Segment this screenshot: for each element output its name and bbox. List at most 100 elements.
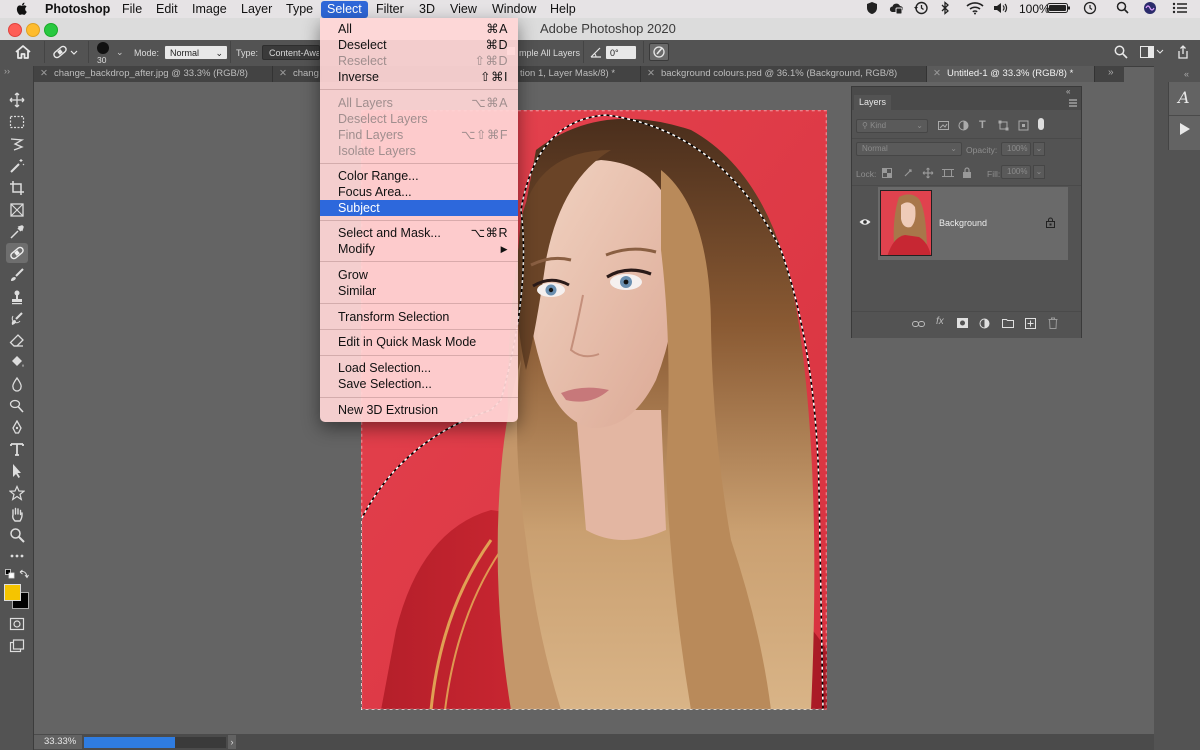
paint-bucket-tool-icon[interactable] xyxy=(6,352,28,372)
frame-tool-icon[interactable] xyxy=(6,200,28,220)
tab-chang[interactable]: ✕ chang xyxy=(273,66,322,82)
shape-tool-icon[interactable] xyxy=(6,483,28,503)
new-layer-icon[interactable] xyxy=(1025,318,1036,329)
pressure-size-button[interactable] xyxy=(649,43,669,61)
close-tab-icon[interactable]: ✕ xyxy=(40,68,48,79)
eraser-tool-icon[interactable] xyxy=(6,331,28,351)
clock-icon[interactable] xyxy=(1083,1,1097,18)
time-machine-icon[interactable] xyxy=(913,1,929,18)
zoom-level-field[interactable]: 33.33% xyxy=(34,735,82,749)
status-menu-arrow-icon[interactable]: › xyxy=(228,735,236,749)
volume-icon[interactable] xyxy=(992,1,1010,18)
delete-layer-trash-icon[interactable] xyxy=(1048,317,1058,329)
menu-type[interactable]: Type xyxy=(286,1,313,18)
visibility-eye-icon[interactable] xyxy=(859,218,871,226)
menu-item-modify[interactable]: Modify ▶ xyxy=(320,241,518,257)
menu-item-color-range[interactable]: Color Range... xyxy=(320,168,518,184)
bluetooth-icon[interactable] xyxy=(940,1,950,18)
menu-item-deselect[interactable]: Deselect ⌘D xyxy=(320,37,518,53)
crop-tool-icon[interactable] xyxy=(6,178,28,198)
brush-preview-icon[interactable] xyxy=(97,42,109,54)
angle-input[interactable]: 0° xyxy=(605,45,637,60)
lock-position-icon[interactable] xyxy=(922,167,934,179)
menu-item-transform-selection[interactable]: Transform Selection xyxy=(320,309,518,325)
type-tool-icon[interactable] xyxy=(6,439,28,459)
layer-row-background[interactable]: Background xyxy=(878,187,1068,260)
menu-item-grow[interactable]: Grow xyxy=(320,267,518,283)
lock-artboard-icon[interactable] xyxy=(942,167,954,179)
tab-untitled-1[interactable]: ✕ Untitled-1 @ 33.3% (RGB/8) * xyxy=(927,66,1095,82)
filter-type-icon[interactable]: T xyxy=(979,119,986,131)
type-content-aware-button[interactable]: Content-Awa xyxy=(262,45,320,60)
blur-tool-icon[interactable] xyxy=(6,374,28,394)
mode-select[interactable]: Normal ⌄ xyxy=(164,45,228,60)
minimize-window-button[interactable] xyxy=(26,23,40,37)
shield-icon[interactable] xyxy=(866,1,878,18)
swap-colors-icon[interactable] xyxy=(19,569,29,579)
pen-tool-icon[interactable] xyxy=(6,418,28,438)
workspace-icon[interactable] xyxy=(1140,46,1164,58)
add-mask-icon[interactable] xyxy=(957,318,968,328)
menu-item-quick-mask-mode[interactable]: Edit in Quick Mask Mode xyxy=(320,334,518,350)
screen-mode-icon[interactable] xyxy=(6,636,28,656)
siri-icon[interactable] xyxy=(1143,1,1157,18)
filter-adjustment-icon[interactable] xyxy=(958,120,969,131)
fill-slider-chevron-icon[interactable]: ⌄ xyxy=(1033,165,1045,179)
path-selection-tool-icon[interactable] xyxy=(6,461,28,481)
move-tool-icon[interactable] xyxy=(6,90,28,110)
tab-change-backdrop-after[interactable]: ✕ change_backdrop_after.jpg @ 33.3% (RGB/… xyxy=(34,66,273,82)
panel-menu-icon[interactable] xyxy=(1068,99,1078,107)
menu-item-similar[interactable]: Similar xyxy=(320,283,518,299)
more-tools-icon[interactable] xyxy=(6,546,28,566)
link-layers-icon[interactable] xyxy=(912,319,925,329)
menu-item-save-selection[interactable]: Save Selection... xyxy=(320,376,518,392)
filter-toggle-switch[interactable] xyxy=(1038,118,1044,130)
zoom-window-button[interactable] xyxy=(44,23,58,37)
brush-dropdown-chevron-icon[interactable]: ⌄ xyxy=(116,47,124,58)
dodge-tool-icon[interactable] xyxy=(6,396,28,416)
bandage-tool-preset-icon[interactable] xyxy=(52,44,78,60)
collapse-tools-icon[interactable]: ›› xyxy=(4,66,10,76)
new-adjustment-layer-icon[interactable] xyxy=(979,318,990,329)
battery-icon[interactable] xyxy=(1047,1,1071,18)
spotlight-search-icon[interactable] xyxy=(1116,1,1129,18)
lock-all-icon[interactable] xyxy=(962,167,972,178)
search-icon[interactable] xyxy=(1114,45,1128,59)
opacity-input[interactable]: 100% xyxy=(1001,142,1031,156)
menu-item-new-3d-extrusion[interactable]: New 3D Extrusion xyxy=(320,402,518,418)
filter-smart-object-icon[interactable] xyxy=(1018,120,1029,131)
menu-item-select-and-mask[interactable]: Select and Mask... ⌥⌘R xyxy=(320,225,518,241)
layers-tab[interactable]: Layers xyxy=(854,95,892,110)
layer-style-fx-icon[interactable]: fx xyxy=(936,316,944,327)
hand-tool-icon[interactable] xyxy=(6,504,28,524)
magic-wand-tool-icon[interactable] xyxy=(6,156,28,176)
menu-item-load-selection[interactable]: Load Selection... xyxy=(320,360,518,376)
menu-item-subject[interactable]: Subject xyxy=(320,200,518,216)
close-tab-icon[interactable]: ✕ xyxy=(933,68,941,79)
character-panel-icon[interactable]: A xyxy=(1178,88,1190,107)
menu-app-name[interactable]: Photoshop xyxy=(45,1,110,18)
marquee-tool-icon[interactable] xyxy=(6,112,28,132)
fill-input[interactable]: 100% xyxy=(1001,165,1031,179)
menu-item-all[interactable]: All ⌘A xyxy=(320,21,518,37)
lock-transparent-icon[interactable] xyxy=(882,168,892,178)
wifi-icon[interactable] xyxy=(966,1,984,18)
menu-view[interactable]: View xyxy=(450,1,477,18)
collapse-panel-icon[interactable]: « xyxy=(1066,87,1070,96)
apple-icon[interactable] xyxy=(16,1,29,18)
menu-item-focus-area[interactable]: Focus Area... xyxy=(320,184,518,200)
blend-mode-select[interactable]: Normal ⌄ xyxy=(856,142,962,156)
menu-3d[interactable]: 3D xyxy=(419,1,435,18)
tab-background-colours[interactable]: ✕ background colours.psd @ 36.1% (Backgro… xyxy=(641,66,927,82)
filter-pixel-icon[interactable] xyxy=(938,120,949,131)
zoom-tool-icon[interactable] xyxy=(6,525,28,545)
expand-panels-icon[interactable]: « xyxy=(1184,69,1189,79)
close-window-button[interactable] xyxy=(8,23,22,37)
filter-shape-icon[interactable] xyxy=(998,120,1009,131)
foreground-color-swatch[interactable] xyxy=(4,584,21,601)
new-group-folder-icon[interactable] xyxy=(1002,318,1014,328)
close-tab-icon[interactable]: ✕ xyxy=(279,68,287,79)
menu-filter[interactable]: Filter xyxy=(376,1,404,18)
quick-mask-icon[interactable] xyxy=(6,614,28,634)
share-icon[interactable] xyxy=(1176,45,1190,59)
